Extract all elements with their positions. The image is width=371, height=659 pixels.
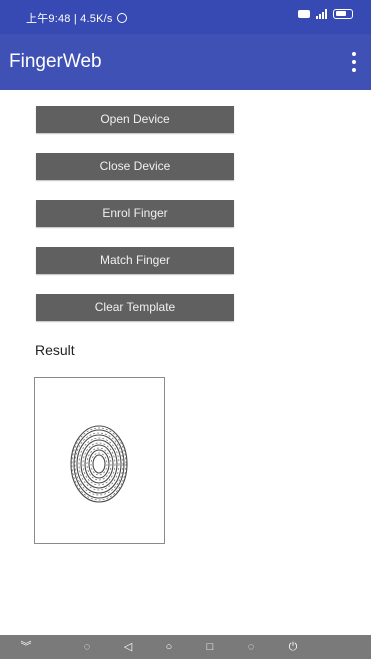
- power-icon[interactable]: ⏻: [286, 640, 300, 654]
- clear-template-button[interactable]: Clear Template: [36, 294, 234, 321]
- recents-icon[interactable]: □: [203, 640, 217, 654]
- signal-icon: [316, 9, 327, 19]
- result-image-frame: [34, 377, 165, 544]
- back-icon[interactable]: ◁: [121, 640, 135, 654]
- volume-up-icon[interactable]: ◌: [244, 640, 258, 654]
- navigation-bar: ︾ ◌ ◁ ○ □ ◌ ⏻: [0, 635, 371, 659]
- status-left: 上午9:48 | 4.5K/s: [26, 10, 127, 26]
- alarm-icon: [116, 13, 127, 23]
- status-bar: 上午9:48 | 4.5K/s: [0, 0, 371, 34]
- match-finger-button[interactable]: Match Finger: [36, 247, 234, 274]
- battery-icon: [333, 9, 353, 19]
- app-bar: FingerWeb: [0, 34, 371, 90]
- volume-down-icon[interactable]: ◌: [80, 640, 94, 654]
- result-label: Result: [35, 342, 75, 358]
- overflow-menu-icon[interactable]: [351, 52, 357, 72]
- status-time: 上午9:48 | 4.5K/s: [26, 13, 113, 25]
- home-icon[interactable]: ○: [162, 640, 176, 654]
- fingerprint-image: [70, 425, 128, 503]
- open-device-button[interactable]: Open Device: [36, 106, 234, 133]
- status-right: [298, 9, 353, 19]
- message-icon: [298, 10, 310, 18]
- enrol-finger-button[interactable]: Enrol Finger: [36, 200, 234, 227]
- app-title: FingerWeb: [9, 51, 102, 72]
- close-device-button[interactable]: Close Device: [36, 153, 234, 180]
- collapse-icon[interactable]: ︾: [19, 640, 33, 654]
